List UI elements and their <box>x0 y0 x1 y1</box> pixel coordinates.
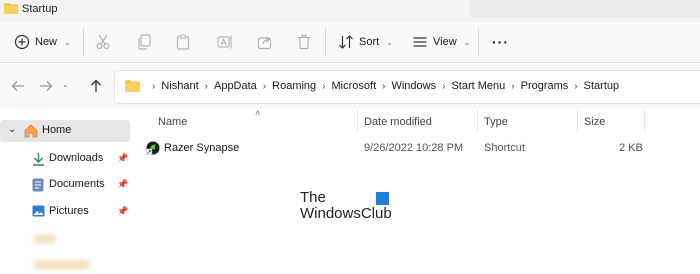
chevron-right-icon[interactable]: › <box>322 81 325 92</box>
navigation-pane: ⌄ Home Downloads 📌 Documents 📌 Pictures … <box>0 108 140 274</box>
chevron-right-icon[interactable]: › <box>152 81 155 92</box>
column-header-type[interactable]: Type <box>484 116 508 128</box>
home-icon <box>24 124 38 138</box>
column-divider[interactable] <box>577 110 578 132</box>
sidebar-item-label: Home <box>42 124 72 136</box>
new-button[interactable]: New ⌄ <box>14 30 71 54</box>
watermark-square-icon <box>376 192 389 205</box>
download-icon <box>33 153 44 166</box>
breadcrumb-item[interactable]: Microsoft <box>332 80 377 92</box>
breadcrumb-item[interactable]: Roaming <box>272 80 316 92</box>
sidebar-item-pictures[interactable]: Pictures 📌 <box>0 201 130 223</box>
column-divider[interactable] <box>477 110 478 132</box>
sidebar-item-label: Documents <box>49 178 105 190</box>
blurred-sidebar-item <box>34 234 56 244</box>
share-button[interactable] <box>257 30 273 54</box>
trash-icon <box>298 34 310 50</box>
breadcrumb-item[interactable]: Nishant <box>161 80 198 92</box>
back-arrow-icon[interactable] <box>10 78 26 94</box>
chevron-right-icon[interactable]: › <box>205 81 208 92</box>
watermark-logo: The WindowsClub <box>300 190 392 222</box>
window-title: Startup <box>22 3 58 15</box>
divider <box>83 28 84 56</box>
sort-icon <box>339 35 353 49</box>
title-bar-area <box>470 0 700 18</box>
folder-icon <box>125 80 140 92</box>
rename-icon <box>217 35 232 49</box>
chevron-right-icon[interactable]: › <box>263 81 266 92</box>
view-label: View <box>433 36 457 48</box>
command-bar: New ⌄ Sort ⌄ View ⌄ ··· <box>0 22 700 63</box>
sidebar-item-label: Pictures <box>49 205 89 217</box>
collapse-chevron-icon[interactable]: ⌄ <box>8 124 16 135</box>
more-options-button[interactable]: ··· <box>492 30 509 54</box>
column-divider[interactable] <box>644 110 645 132</box>
column-divider[interactable] <box>357 110 358 132</box>
chevron-right-icon[interactable]: › <box>442 81 445 92</box>
chevron-down-icon: ⌄ <box>463 37 471 47</box>
sort-ascending-icon: ˄ <box>255 108 261 118</box>
sidebar-item-downloads[interactable]: Downloads 📌 <box>0 148 130 170</box>
documents-icon <box>32 178 44 192</box>
sort-button[interactable]: Sort ⌄ <box>338 30 393 54</box>
sidebar-item-home[interactable]: ⌄ Home <box>0 120 130 142</box>
pin-icon: 📌 <box>117 206 129 216</box>
column-header-name[interactable]: Name <box>158 116 187 128</box>
chevron-right-icon[interactable]: › <box>382 81 385 92</box>
paste-button[interactable] <box>176 30 190 54</box>
file-name: Razer Synapse <box>164 142 240 154</box>
divider <box>325 28 326 56</box>
file-size: 2 KB <box>619 142 643 154</box>
file-list: ˄ Name Date modified Type Size Razer Syn… <box>140 108 700 274</box>
chevron-down-icon: ⌄ <box>386 37 393 47</box>
chevron-right-icon[interactable]: › <box>511 81 514 92</box>
plus-circle-icon <box>14 34 30 50</box>
share-icon <box>257 36 272 50</box>
sidebar-item-label: Downloads <box>49 152 104 164</box>
breadcrumb-item[interactable]: Startup <box>584 80 619 92</box>
breadcrumb-item[interactable]: AppData <box>214 80 257 92</box>
breadcrumb-item[interactable]: Start Menu <box>451 80 505 92</box>
rename-button[interactable] <box>217 30 233 54</box>
column-header-date-modified[interactable]: Date modified <box>364 116 432 128</box>
pin-icon: 📌 <box>117 153 129 163</box>
forward-arrow-icon[interactable] <box>38 78 54 94</box>
sidebar-item-documents[interactable]: Documents 📌 <box>0 174 130 196</box>
new-label: New <box>35 36 58 48</box>
breadcrumb-item[interactable]: Programs <box>521 80 569 92</box>
breadcrumb: › Nishant › AppData › Roaming › Microsof… <box>125 80 619 92</box>
divider <box>478 28 479 56</box>
view-button[interactable]: View ⌄ <box>412 30 470 54</box>
blurred-sidebar-item <box>34 260 90 270</box>
copy-icon <box>138 34 151 50</box>
breadcrumb-item[interactable]: Windows <box>391 80 436 92</box>
pin-icon: 📌 <box>117 179 129 189</box>
clipboard-icon <box>176 34 190 50</box>
sort-label: Sort <box>359 36 380 48</box>
file-type: Shortcut <box>484 142 525 154</box>
cut-button[interactable] <box>96 30 110 54</box>
view-icon <box>413 37 427 47</box>
recent-locations-chevron-icon[interactable]: ⌄ <box>62 80 69 89</box>
razer-shortcut-icon <box>146 141 160 155</box>
title-bar: Startup <box>0 0 700 22</box>
watermark-line2: WindowsClub <box>300 205 392 222</box>
file-date-modified: 9/26/2022 10:28 PM <box>364 142 464 154</box>
folder-icon <box>4 3 18 14</box>
column-header-size[interactable]: Size <box>584 116 605 128</box>
pictures-icon <box>32 205 45 217</box>
copy-button[interactable] <box>137 30 151 54</box>
chevron-down-icon: ⌄ <box>64 37 71 47</box>
delete-button[interactable] <box>297 30 311 54</box>
scissors-icon <box>96 34 110 50</box>
more-icon: ··· <box>492 34 509 50</box>
up-arrow-icon[interactable] <box>88 78 104 94</box>
table-row[interactable]: Razer Synapse 9/26/2022 10:28 PM Shortcu… <box>140 138 700 158</box>
chevron-right-icon[interactable]: › <box>574 81 577 92</box>
